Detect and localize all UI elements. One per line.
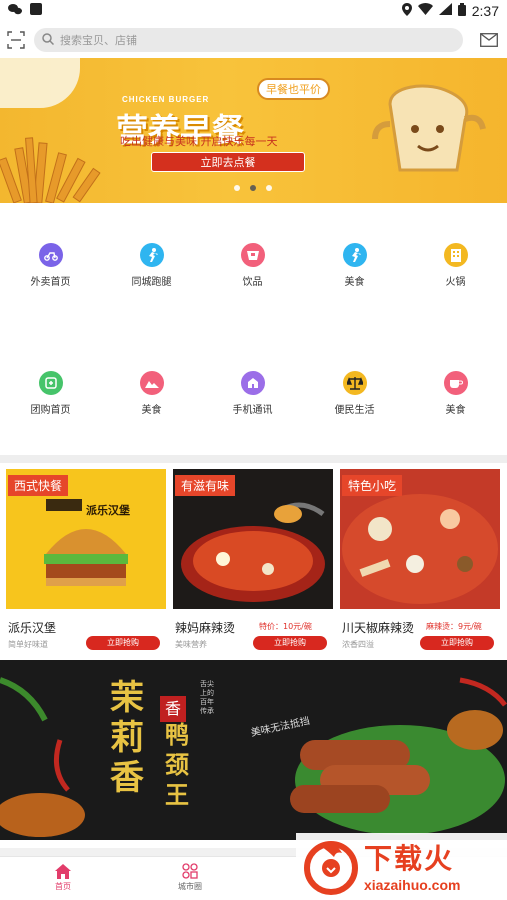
- duck-neck-banner[interactable]: 茉莉香 香 鸭颈王 舌尖上的百年传承 美味无法抵挡: [0, 660, 507, 840]
- promo-card[interactable]: 有滋有味 辣妈麻辣烫 特价：10元/碗 美味营养 立即抢购: [173, 469, 333, 654]
- category-label: 便民生活: [334, 405, 375, 416]
- category-label: 美食: [344, 277, 365, 288]
- watermark: 下载火 xiazaihuo.com: [296, 833, 507, 900]
- home-icon: [33, 861, 93, 881]
- building-icon: [443, 243, 468, 267]
- watermark-url: xiazaihuo.com: [364, 877, 461, 893]
- search-header: 搜索宝贝、店铺: [0, 22, 507, 58]
- banner-pagination[interactable]: [234, 185, 272, 191]
- category-food[interactable]: 美食: [304, 243, 405, 288]
- category-grid: 外卖首页 同城跑腿 饮品 美食 火锅 团购首页 美食 手机通讯 便民生活 美食: [0, 203, 507, 455]
- tab-city-circle[interactable]: 城市圈: [160, 861, 220, 892]
- banner-poem: 舌尖上的百年传承: [200, 680, 214, 715]
- category-errand[interactable]: 同城跑腿: [101, 243, 202, 288]
- wechat-notification-icon: [8, 3, 22, 19]
- scan-icon[interactable]: [0, 24, 32, 56]
- promo-badge: 有滋有味: [175, 475, 236, 496]
- tab-label: 首页: [55, 882, 71, 891]
- flame-logo-icon: [304, 841, 358, 895]
- clock: 2:37: [471, 3, 499, 19]
- category-convenience[interactable]: 便民生活: [304, 371, 405, 416]
- duck-neck-artwork: [0, 677, 507, 837]
- promo-cards: 西式快餐 派乐汉堡 派乐汉堡 简单好味道 立即抢购 有滋有味 辣妈麻辣烫 特价：…: [0, 463, 507, 655]
- category-label: 美食: [445, 405, 466, 416]
- signal-icon: [438, 3, 452, 19]
- category-phone[interactable]: 手机通讯: [202, 371, 303, 416]
- product-vertical-title: 鸭颈王: [165, 720, 189, 809]
- runner-icon: [139, 243, 164, 267]
- category-label: 火锅: [445, 277, 466, 288]
- buy-now-button[interactable]: 立即抢购: [420, 636, 494, 650]
- watermark-brand: 下载火: [364, 842, 455, 875]
- promo-card[interactable]: 特色小吃 川天椒麻辣烫 麻辣烫：9元/碗 浓香四溢 立即抢购: [340, 469, 500, 654]
- promo-desc: 简单好味道: [8, 640, 48, 649]
- pagination-dot[interactable]: [266, 185, 272, 191]
- bike-delivery-icon: [38, 243, 63, 267]
- buy-now-button[interactable]: 立即抢购: [253, 636, 327, 650]
- promo-desc: 浓香四溢: [342, 640, 374, 649]
- mountain-icon: [139, 371, 164, 395]
- category-label: 饮品: [242, 277, 263, 288]
- category-label: 美食: [141, 405, 162, 416]
- message-icon[interactable]: [471, 24, 507, 56]
- promo-price: 特价：10元/碗: [259, 622, 312, 631]
- scale-icon: [342, 371, 367, 395]
- breakfast-banner[interactable]: CHICKEN BURGER 营养早餐 早餐也平价 吃出健康与美味 开启快乐每一…: [0, 58, 507, 203]
- category-drinks[interactable]: 饮品: [202, 243, 303, 288]
- milk-glass-image: [0, 58, 80, 108]
- tab-label: 城市圈: [178, 882, 202, 891]
- pagination-dot-active[interactable]: [250, 185, 256, 191]
- burger-brand-logo: 派乐汉堡: [86, 504, 130, 517]
- phone-shop-icon: [240, 371, 265, 395]
- buy-now-button[interactable]: 立即抢购: [86, 636, 160, 650]
- drink-cup-icon: [240, 243, 265, 267]
- promo-badge: 西式快餐: [8, 475, 69, 496]
- runner-icon: [342, 243, 367, 267]
- group-buy-icon: [38, 371, 63, 395]
- category-food-3[interactable]: 美食: [405, 371, 506, 416]
- brand-vertical-title: 茉莉香: [110, 678, 144, 798]
- category-takeout-home[interactable]: 外卖首页: [0, 243, 101, 288]
- promo-name: 川天椒麻辣烫: [342, 621, 415, 635]
- fries-image: [0, 137, 101, 203]
- promo-badge: 特色小吃: [342, 475, 403, 496]
- coffee-icon: [443, 371, 468, 395]
- promo-desc: 美味营养: [175, 640, 207, 649]
- status-bar: 2:37: [0, 0, 507, 22]
- tab-home[interactable]: 首页: [33, 861, 93, 892]
- category-hotpot[interactable]: 火锅: [405, 243, 506, 288]
- brand-seal: 香: [160, 696, 186, 722]
- banner-english-title: CHICKEN BURGER: [122, 95, 210, 104]
- location-icon: [401, 2, 412, 20]
- wifi-icon: [417, 3, 433, 19]
- promo-name: 派乐汉堡: [8, 621, 57, 635]
- section-divider: [0, 455, 507, 463]
- pagination-dot[interactable]: [234, 185, 240, 191]
- search-icon: [42, 32, 55, 48]
- category-label: 手机通讯: [232, 405, 273, 416]
- category-food-2[interactable]: 美食: [101, 371, 202, 416]
- promo-name: 辣妈麻辣烫: [175, 621, 236, 635]
- promo-price: 麻辣烫：9元/碗: [426, 622, 482, 631]
- banner-subtitle: 吃出健康与美味 开启快乐每一天: [120, 135, 278, 148]
- order-now-button[interactable]: 立即去点餐: [151, 152, 305, 172]
- category-label: 团购首页: [30, 405, 71, 416]
- category-group-buy-home[interactable]: 团购首页: [0, 371, 101, 416]
- banner-price-tag: 早餐也平价: [257, 78, 330, 100]
- search-input[interactable]: 搜索宝贝、店铺: [34, 28, 463, 52]
- category-label: 同城跑腿: [131, 277, 172, 288]
- image-notification-icon: [30, 3, 42, 15]
- promo-card[interactable]: 西式快餐 派乐汉堡 派乐汉堡 简单好味道 立即抢购: [6, 469, 166, 654]
- search-placeholder: 搜索宝贝、店铺: [60, 34, 137, 47]
- toast-mascot-image: [372, 84, 486, 172]
- city-circle-icon: [160, 861, 220, 881]
- category-label: 外卖首页: [30, 277, 71, 288]
- battery-icon: [457, 2, 466, 20]
